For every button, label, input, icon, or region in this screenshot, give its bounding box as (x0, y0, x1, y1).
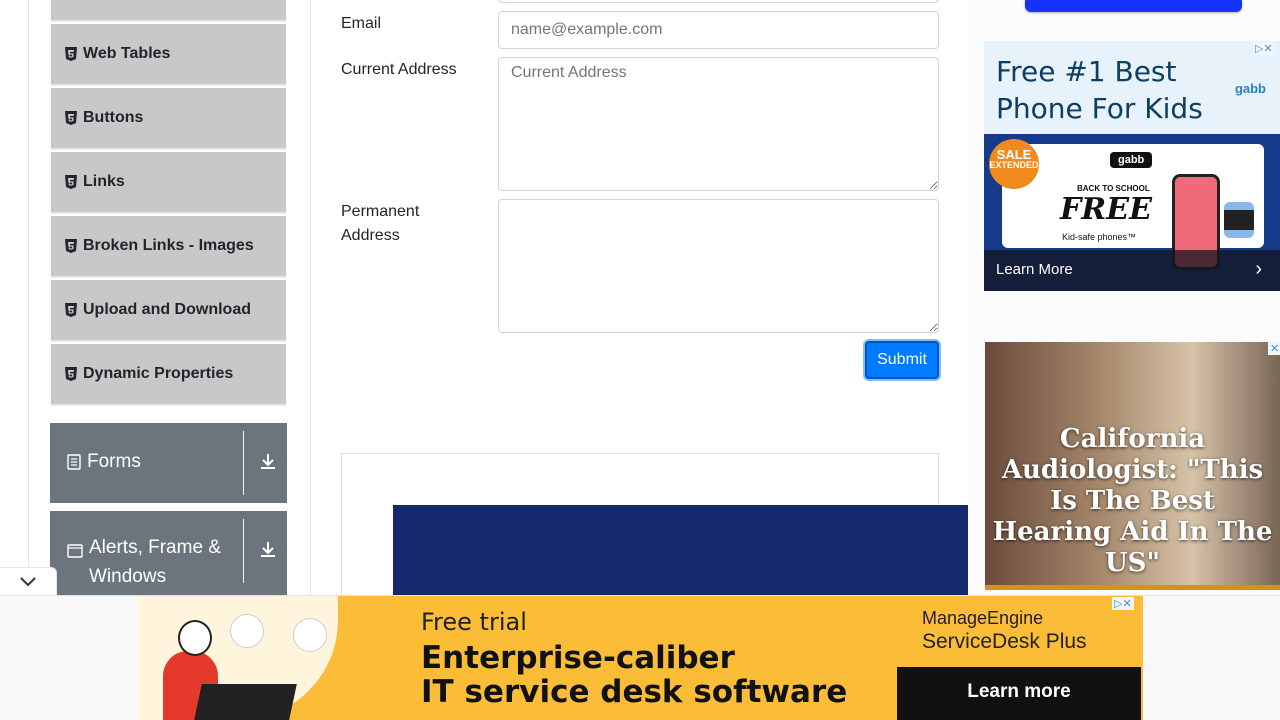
html5-icon (65, 303, 77, 317)
html5-icon (65, 111, 77, 125)
group-label: Forms (87, 451, 141, 472)
ad-banner-block[interactable] (393, 505, 969, 595)
watch-image (1224, 202, 1254, 238)
sidebar-item-label: Links (83, 173, 125, 190)
email-label: Email (341, 15, 382, 32)
submit-button[interactable]: Submit (865, 341, 939, 379)
sidebar-item-label: Broken Links - Images (83, 237, 254, 254)
permanent-address-field[interactable] (498, 199, 939, 333)
sidebar-group-forms[interactable]: Forms (50, 423, 287, 503)
free-text: FREE (1060, 192, 1152, 227)
html5-icon (65, 239, 77, 253)
sidebar-item-partial[interactable] (51, 0, 286, 22)
learn-more-button[interactable]: Learn more (897, 667, 1141, 720)
sidebar-item-upload-download[interactable]: Upload and Download (51, 280, 286, 342)
collapse-toggle[interactable] (0, 567, 57, 595)
sidebar-item-label: Dynamic Properties (83, 365, 234, 382)
form-icon (67, 454, 81, 476)
manageengine-ad[interactable]: Free trial Enterprise-caliber IT service… (138, 596, 1143, 720)
download-icon[interactable] (259, 539, 277, 565)
sale-badge: SALE EXTENDED (989, 139, 1039, 189)
current-address-label: Current Address (341, 61, 457, 78)
sidebar-item-web-tables[interactable]: Web Tables (51, 24, 286, 86)
sidebar-item-label: Web Tables (83, 45, 171, 62)
html5-icon (65, 47, 77, 61)
window-icon (67, 542, 83, 564)
learn-more-bar[interactable]: Learn More › (984, 250, 1280, 291)
chart-icon (293, 618, 327, 652)
ad-headline: California Audiologist: "This Is The Bes… (992, 424, 1273, 578)
person-head (178, 620, 212, 656)
laptop-illustration (194, 684, 297, 720)
free-trial-text: Free trial (421, 608, 527, 636)
sidebar-border (28, 0, 29, 595)
previous-field[interactable] (498, 0, 939, 3)
sidebar-item-label: Upload and Download (83, 301, 251, 318)
ad-line-2: IT service desk software (421, 674, 848, 710)
sidebar-item-dynamic-properties[interactable]: Dynamic Properties (51, 344, 286, 406)
chevron-down-icon (20, 576, 36, 586)
sidebar-item-buttons[interactable]: Buttons (51, 88, 286, 150)
hearing-aid-ad[interactable]: California Audiologist: "This Is The Bes… (985, 342, 1280, 590)
ad-line-1: Enterprise-caliber (421, 640, 735, 676)
permanent-address-label: Permanent Address (341, 203, 420, 244)
sidebar-item-label: Buttons (83, 109, 144, 126)
servicedesk-plus-text: ServiceDesk Plus (922, 630, 1087, 653)
ad-headline: Free #1 Best Phone For Kids (996, 55, 1203, 125)
sidebar-item-broken-links[interactable]: Broken Links - Images (51, 216, 286, 278)
page: Web Tables Buttons Links Broken Links - … (0, 0, 1280, 720)
download-icon[interactable] (259, 451, 277, 477)
sidebar-group-alerts[interactable]: Alerts, Frame & Windows (50, 511, 287, 595)
html5-icon (65, 367, 77, 381)
gabb-tag: gabb (1110, 152, 1153, 168)
gabb-logo: gabb (1234, 81, 1266, 96)
email-field[interactable] (498, 11, 939, 49)
group-label: Alerts, Frame & Windows (89, 537, 221, 587)
group-separator (243, 519, 244, 583)
ad-top-button[interactable] (1025, 0, 1242, 12)
kid-safe-text: Kid-safe phones™ (1062, 232, 1137, 242)
manageengine-logo: ManageEngine (922, 608, 1044, 628)
group-separator (243, 431, 244, 495)
ad-choices-icon[interactable]: ▷✕ (1253, 42, 1275, 55)
html5-icon (65, 175, 77, 189)
content-divider (310, 0, 311, 595)
sidebar-item-links[interactable]: Links (51, 152, 286, 214)
ad-inner-card: gabb BACK TO SCHOOL FREE Kid-safe phones… (1002, 144, 1264, 270)
current-address-field[interactable] (498, 57, 939, 191)
chevron-right-icon: › (1255, 258, 1262, 280)
mobile-icon (230, 614, 264, 648)
ad-choices-icon[interactable]: ▷✕ (1112, 597, 1134, 610)
close-icon[interactable]: ✕ (1268, 342, 1280, 355)
gabb-ad[interactable]: Free #1 Best Phone For Kids gabb gabb BAC… (984, 41, 1280, 291)
